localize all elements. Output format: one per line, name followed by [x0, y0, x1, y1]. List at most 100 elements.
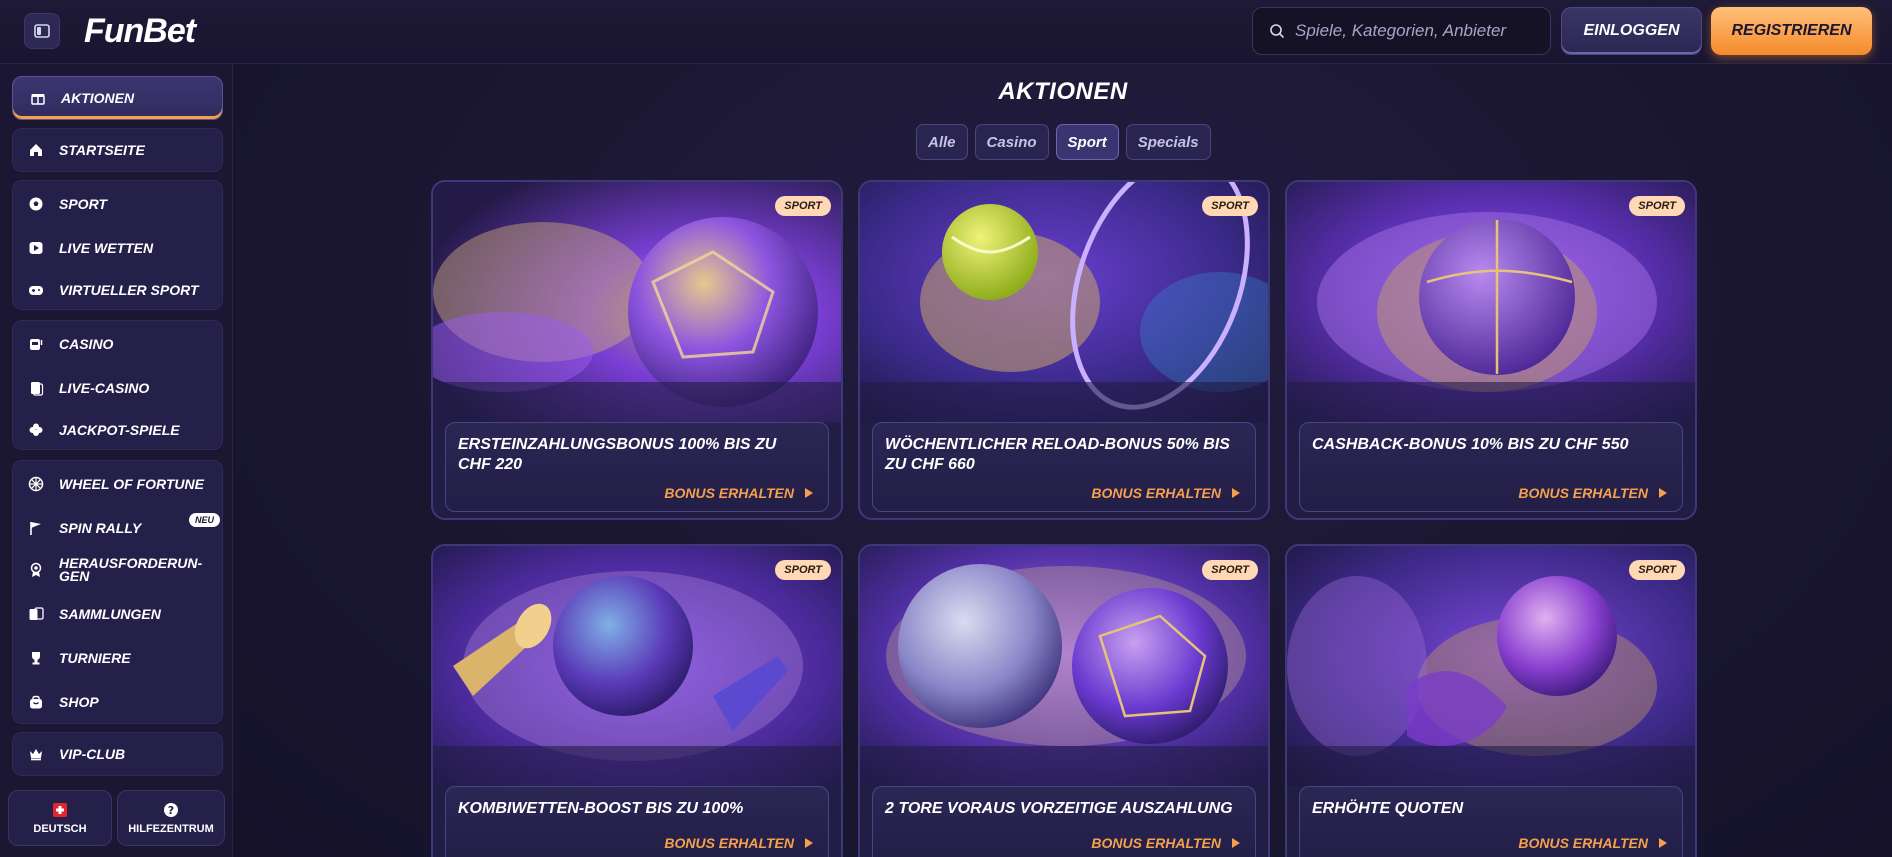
category-badge: SPORT: [1202, 196, 1258, 216]
play-icon: [27, 239, 45, 257]
promo-card-body: ERHÖHTE QUOTEN BONUS ERHALTEN: [1299, 786, 1683, 857]
promo-card-title: CASHBACK-BONUS 10% BIS ZU CHF 550: [1312, 436, 1629, 453]
get-bonus-link[interactable]: BONUS ERHALTEN: [1091, 835, 1241, 851]
get-bonus-link[interactable]: BONUS ERHALTEN: [1091, 485, 1241, 501]
promo-card-image: SPORT: [433, 546, 841, 786]
promo-card-2-tore-voraus[interactable]: SPORT 2 TORE VORAUS VORZEITIGE AUSZAHLUN…: [858, 544, 1270, 857]
shop-bag-icon: [27, 693, 45, 711]
page-title: AKTIONEN: [998, 78, 1128, 105]
promo-card-image: SPORT: [860, 546, 1268, 786]
promo-card-erhoehte-quoten[interactable]: SPORT ERHÖHTE QUOTEN BONUS ERHALTEN: [1285, 544, 1697, 857]
sidebar-item-sammlungen[interactable]: SAMMLUNGEN: [13, 593, 224, 635]
sidebar-item-live-wetten[interactable]: LIVE WETTEN: [13, 227, 224, 269]
sidebar-item-casino[interactable]: CASINO: [13, 323, 224, 365]
promo-card-cashback-bonus[interactable]: SPORT CASHBACK-BONUS 10% BIS ZU CHF 550 …: [1285, 180, 1697, 520]
category-badge: SPORT: [1629, 196, 1685, 216]
sidebar-item-label: STARTSEITE: [59, 142, 145, 158]
help-icon: ?: [164, 802, 178, 817]
sidebar-group-sport: SPORT LIVE WETTEN VIRTUELLER SPORT: [12, 180, 223, 310]
clover-icon: [27, 421, 45, 439]
sidebar-item-label: SHOP: [59, 694, 99, 710]
sidebar-toggle-button[interactable]: [24, 13, 60, 49]
sidebar-group-home: STARTSEITE: [12, 128, 223, 172]
sidebar-item-virtueller-sport[interactable]: VIRTUELLER SPORT: [13, 269, 224, 311]
tab-casino[interactable]: Casino: [974, 124, 1049, 160]
sidebar-toggle-icon: [34, 24, 50, 38]
sidebar-group-casino: CASINO LIVE-CASINO JACKPOT-SPIELE: [12, 320, 223, 450]
sidebar-item-jackpot-spiele[interactable]: JACKPOT-SPIELE: [13, 409, 224, 451]
sidebar-item-spin-rally[interactable]: SPIN RALLY NEU: [13, 507, 224, 549]
play-arrow-icon: [805, 488, 813, 498]
medal-icon: [27, 561, 45, 579]
promo-card-ersteinzahlungsbonus[interactable]: SPORT ERSTEINZAHLUNGSBONUS 100% BIS ZU C…: [431, 180, 843, 520]
get-bonus-label: BONUS ERHALTEN: [664, 835, 794, 851]
search-input[interactable]: [1295, 21, 1535, 41]
register-button[interactable]: REGISTRIEREN: [1711, 7, 1872, 55]
sidebar-item-label: WHEEL OF FORTUNE: [59, 476, 204, 492]
wheel-icon: [27, 475, 45, 493]
promo-card-body: ERSTEINZAHLUNGSBONUS 100% BIS ZU CHF 220…: [445, 422, 829, 512]
gift-icon: [29, 89, 47, 107]
promo-card-image: SPORT: [1287, 182, 1695, 422]
get-bonus-link[interactable]: BONUS ERHALTEN: [664, 485, 814, 501]
sidebar-item-label: LIVE WETTEN: [59, 240, 154, 256]
tab-specials[interactable]: Specials: [1125, 124, 1211, 160]
home-icon: [27, 141, 45, 159]
collection-icon: [27, 605, 45, 623]
sidebar-item-startseite[interactable]: STARTSEITE: [13, 129, 224, 171]
promo-card-body: CASHBACK-BONUS 10% BIS ZU CHF 550 BONUS …: [1299, 422, 1683, 512]
sidebar-item-live-casino[interactable]: LIVE-CASINO: [13, 367, 224, 409]
sidebar-item-aktionen-inner: AKTIONEN: [13, 77, 224, 119]
sidebar-item-turniere[interactable]: TURNIERE: [13, 637, 224, 679]
play-arrow-icon: [1659, 488, 1667, 498]
crown-icon: [27, 745, 45, 763]
get-bonus-link[interactable]: BONUS ERHALTEN: [1518, 835, 1668, 851]
gamepad-icon: [27, 281, 45, 299]
tab-alle[interactable]: Alle: [916, 124, 968, 160]
sidebar-item-wheel-of-fortune[interactable]: WHEEL OF FORTUNE: [13, 463, 224, 505]
get-bonus-link[interactable]: BONUS ERHALTEN: [1518, 485, 1668, 501]
svg-text:?: ?: [168, 804, 174, 817]
play-arrow-icon: [1232, 488, 1240, 498]
help-center-button[interactable]: ? HILFEZENTRUM: [117, 790, 225, 846]
promo-card-image: SPORT: [433, 182, 841, 422]
sidebar-item-label: CASINO: [59, 336, 114, 352]
promo-card-image: SPORT: [1287, 546, 1695, 786]
play-arrow-icon: [805, 838, 813, 848]
sidebar-item-aktionen[interactable]: AKTIONEN: [12, 76, 223, 120]
promo-card-kombiwetten-boost[interactable]: SPORT KOMBIWETTEN-BOOST BIS ZU 100% BONU…: [431, 544, 843, 857]
category-badge: SPORT: [775, 560, 831, 580]
promo-card-title: KOMBIWETTEN-BOOST BIS ZU 100%: [458, 800, 744, 817]
main-content: AKTIONEN Alle Casino Sport Specials SPOR…: [234, 64, 1892, 857]
sidebar-item-label: JACKPOT-SPIELE: [59, 422, 180, 438]
get-bonus-label: BONUS ERHALTEN: [1091, 835, 1221, 851]
trophy-icon: [27, 649, 45, 667]
cards-icon: [27, 379, 45, 397]
top-bar: FunBet EINLOGGEN REGISTRIEREN: [0, 0, 1892, 64]
funbet-logo[interactable]: FunBet: [84, 12, 196, 51]
sidebar-item-sport[interactable]: SPORT: [13, 183, 224, 225]
login-button[interactable]: EINLOGGEN: [1561, 7, 1702, 55]
help-center-label: HILFEZENTRUM: [128, 822, 214, 835]
search-icon: [1270, 24, 1284, 38]
slot-machine-icon: [27, 335, 45, 353]
sidebar-item-label: SAMMLUNGEN: [59, 606, 161, 622]
tab-sport[interactable]: Sport: [1055, 124, 1119, 160]
promo-card-body: 2 TORE VORAUS VORZEITIGE AUSZAHLUNG BONU…: [872, 786, 1256, 857]
get-bonus-link[interactable]: BONUS ERHALTEN: [664, 835, 814, 851]
sidebar-item-label: AKTIONEN: [61, 90, 135, 106]
sidebar-item-label: SPORT: [59, 196, 107, 212]
play-arrow-icon: [1659, 838, 1667, 848]
sidebar-item-shop[interactable]: SHOP: [13, 681, 224, 723]
sidebar-item-vip-club[interactable]: VIP-CLUB: [13, 733, 224, 775]
promo-card-title: WÖCHENTLICHER RELOAD-BONUS 50% BIS ZU CH…: [885, 436, 1230, 473]
sidebar-item-herausforderungen[interactable]: HERAUSFORDERUN-GEN: [13, 549, 224, 591]
sidebar-item-label: TURNIERE: [59, 650, 131, 666]
language-button[interactable]: DEUTSCH: [8, 790, 112, 846]
sidebar: AKTIONEN STARTSEITE SPORT LIVE WETTEN VI…: [0, 64, 233, 857]
promo-card-reload-bonus[interactable]: SPORT WÖCHENTLICHER RELOAD-BONUS 50% BIS…: [858, 180, 1270, 520]
search-box[interactable]: [1252, 7, 1551, 55]
flag-icon: [27, 519, 45, 537]
sidebar-item-label: VIRTUELLER SPORT: [59, 282, 199, 298]
get-bonus-label: BONUS ERHALTEN: [1518, 835, 1648, 851]
